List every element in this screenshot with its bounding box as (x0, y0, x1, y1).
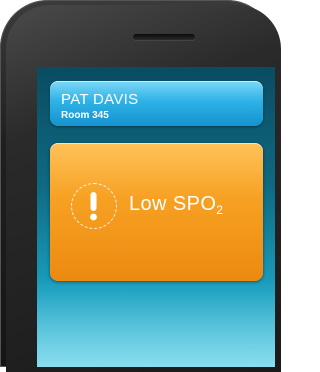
alert-message: Low SPO2 (129, 193, 223, 217)
exclamation-icon (71, 183, 117, 229)
phone-device: PAT DAVIS Room 345 Low SPO2 (0, 0, 281, 372)
patient-room: Room 345 (61, 110, 109, 121)
phone-screen: PAT DAVIS Room 345 Low SPO2 (37, 67, 275, 367)
patient-card[interactable]: PAT DAVIS Room 345 (50, 81, 263, 126)
alert-message-subscript: 2 (216, 203, 224, 217)
screen-glow (37, 277, 275, 367)
alert-card[interactable]: Low SPO2 (50, 143, 263, 281)
patient-name: PAT DAVIS (61, 91, 139, 108)
speaker-grille (133, 34, 195, 40)
alert-message-main: Low SPO (129, 193, 217, 215)
